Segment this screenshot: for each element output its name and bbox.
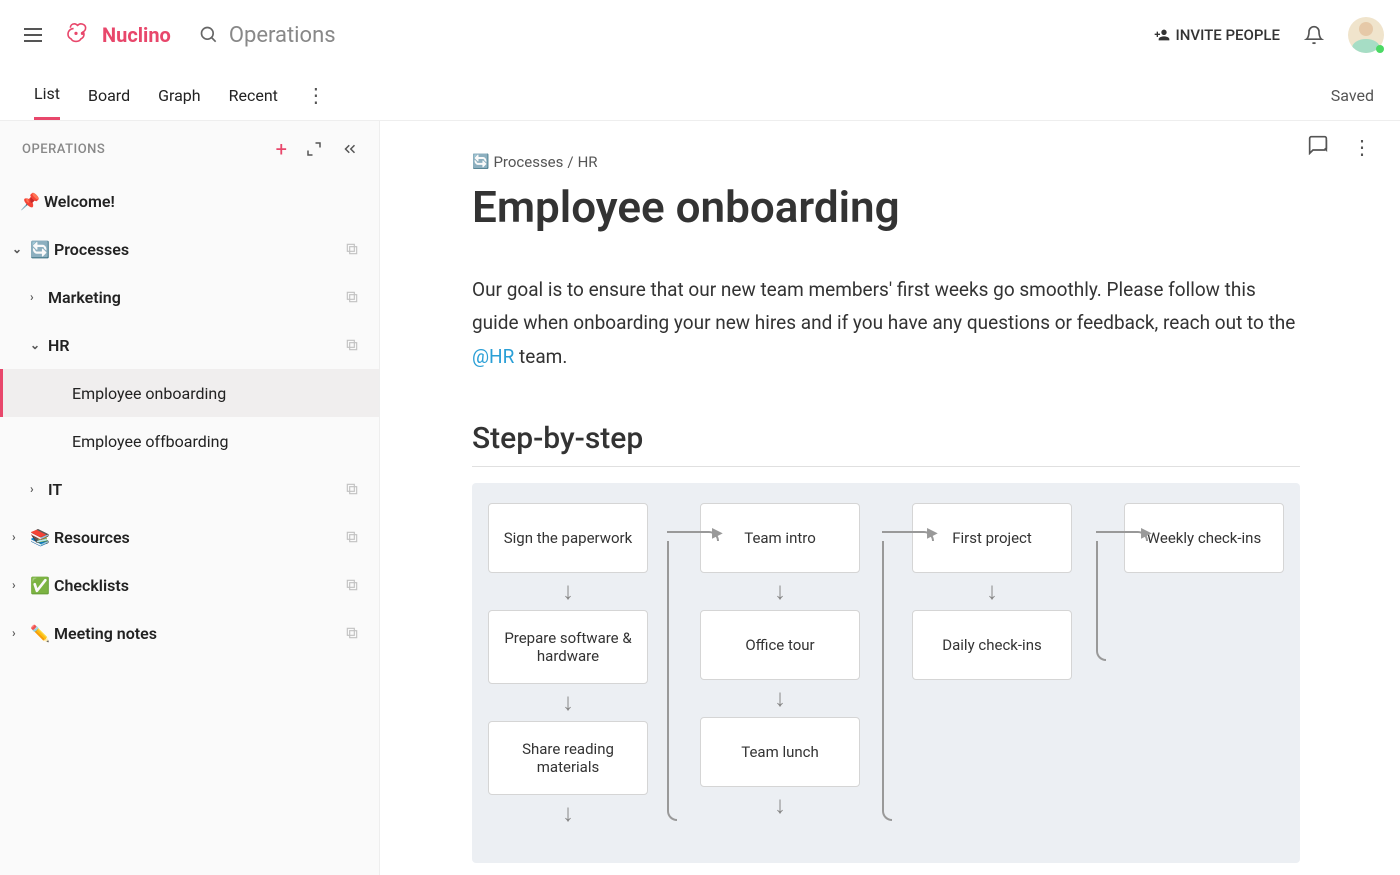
sidebar-item-it[interactable]: › IT [0,465,379,513]
flow-node: Daily check-ins [912,610,1072,680]
sidebar-header: OPERATIONS + [0,121,379,173]
sidebar-item-processes[interactable]: ⌄ 🔄 Processes [0,225,379,273]
arrow-down-icon: ↓ [774,684,786,713]
flow-node: Office tour [700,610,860,680]
chevron-right-icon: › [30,290,42,304]
copy-icon [345,338,359,352]
avatar[interactable] [1348,17,1384,53]
hr-mention[interactable]: @HR [472,345,514,368]
chevron-right-icon: › [12,626,24,640]
menu-icon[interactable] [24,23,48,47]
search-icon [199,25,219,45]
sidebar-item-marketing[interactable]: › Marketing [0,273,379,321]
expand-icon[interactable] [305,140,323,158]
flow-node: Team intro [700,503,860,573]
sidebar-item-employee-onboarding[interactable]: Employee onboarding [0,369,379,417]
sidebar-item-welcome[interactable]: 📌 Welcome! [0,177,379,225]
copy-icon [345,482,359,496]
copy-icon [345,626,359,640]
comments-icon[interactable] [1308,135,1328,155]
top-header: Nuclino Operations INVITE PEOPLE [0,0,1400,70]
search-placeholder: Operations [229,23,336,48]
pencil-icon: ✏️ [30,624,48,643]
tab-list[interactable]: List [34,84,60,120]
collapse-icon[interactable] [341,140,359,158]
tab-row: List Board Graph Recent ⋮ Saved [0,70,1400,120]
recycle-icon: 🔄 [30,240,48,259]
arrow-down-icon: ↓ [986,577,998,606]
flow-node: Team lunch [700,717,860,787]
copy-icon [345,290,359,304]
app-name: Nuclino [102,23,171,47]
add-icon[interactable]: + [276,137,287,161]
section-heading[interactable]: Step-by-step [472,421,1300,467]
invite-button[interactable]: INVITE PEOPLE [1154,26,1280,44]
saved-status: Saved [1331,86,1376,105]
arrow-down-icon: ↓ [562,688,574,717]
tab-board[interactable]: Board [88,86,130,119]
more-icon[interactable]: ⋮ [1352,135,1372,159]
invite-label: INVITE PEOPLE [1176,26,1280,44]
arrow-down-icon: ↓ [562,577,574,606]
copy-icon [345,242,359,256]
chevron-down-icon: ⌄ [30,338,42,352]
doc-intro[interactable]: Our goal is to ensure that our new team … [472,273,1300,373]
copy-icon [345,530,359,544]
sidebar: OPERATIONS + 📌 Welcome! ⌄ 🔄 Processes [0,121,380,875]
flowchart: ▶ ▶ ▶ Sign the paperwork ↓ Prepare softw… [472,483,1300,863]
chevron-right-icon: › [30,482,42,496]
chevron-right-icon: › [12,530,24,544]
sidebar-item-employee-offboarding[interactable]: Employee offboarding [0,417,379,465]
bell-icon[interactable] [1304,25,1324,45]
sidebar-item-resources[interactable]: › 📚 Resources [0,513,379,561]
content-area: ⋮ 🔄 Processes / HR Employee onboarding O… [380,121,1400,875]
person-add-icon [1154,27,1170,43]
copy-icon [345,578,359,592]
app-logo[interactable]: Nuclino [64,23,171,47]
content-tools: ⋮ [1308,135,1372,159]
tab-graph[interactable]: Graph [158,86,201,119]
check-icon: ✅ [30,576,48,595]
status-online-dot [1376,45,1384,53]
flow-col-1: Sign the paperwork ↓ Prepare software & … [488,503,648,832]
sidebar-tree: 📌 Welcome! ⌄ 🔄 Processes › Marketing ⌄ H… [0,173,379,661]
page-title[interactable]: Employee onboarding [472,181,1300,233]
flow-col-2: Team intro ↓ Office tour ↓ Team lunch ↓ [700,503,860,824]
flow-node: Share reading materials [488,721,648,795]
books-icon: 📚 [30,528,48,547]
breadcrumb[interactable]: 🔄 Processes / HR [472,153,1300,171]
chevron-right-icon: › [12,578,24,592]
sidebar-title: OPERATIONS [22,142,105,157]
arrow-down-icon: ↓ [774,577,786,606]
flow-node: Sign the paperwork [488,503,648,573]
pin-icon: 📌 [20,192,38,211]
sidebar-item-checklists[interactable]: › ✅ Checklists [0,561,379,609]
tab-recent[interactable]: Recent [229,86,278,119]
tab-more-icon[interactable]: ⋮ [306,83,326,107]
flow-node: Prepare software & hardware [488,610,648,684]
sidebar-item-hr[interactable]: ⌄ HR [0,321,379,369]
arrow-down-icon: ↓ [562,799,574,828]
sidebar-item-meeting-notes[interactable]: › ✏️ Meeting notes [0,609,379,657]
recycle-icon: 🔄 [472,154,489,170]
brain-icon [64,23,96,47]
arrow-down-icon: ↓ [774,791,786,820]
chevron-down-icon: ⌄ [12,242,24,256]
search-area[interactable]: Operations [199,23,336,48]
